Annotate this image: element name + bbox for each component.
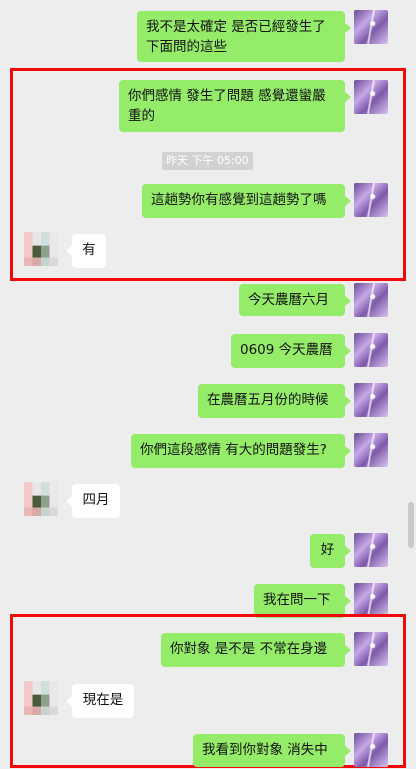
- message-bubble-sent[interactable]: 今天農曆六月: [239, 284, 351, 316]
- contact-avatar[interactable]: [24, 232, 58, 266]
- message-bubble-sent[interactable]: 我不是太確定 是否已經發生了下面問的這些: [137, 11, 351, 62]
- my-avatar[interactable]: [354, 583, 388, 617]
- contact-avatar[interactable]: [24, 681, 58, 715]
- message-bubble-received[interactable]: 四月: [66, 484, 120, 518]
- my-avatar[interactable]: [354, 433, 388, 467]
- message-bubble-received[interactable]: 現在是: [66, 684, 134, 718]
- chat-view[interactable]: 我不是太確定 是否已經發生了下面問的這些 你們感情 發生了問題 感覺還蠻嚴重的 …: [0, 0, 416, 769]
- my-avatar[interactable]: [354, 333, 388, 367]
- message-bubble-sent[interactable]: 我看到你對象 消失中: [193, 734, 351, 767]
- my-avatar[interactable]: [354, 733, 388, 767]
- my-avatar[interactable]: [354, 383, 388, 417]
- message-bubble-sent[interactable]: 你們感情 發生了問題 感覺還蠻嚴重的: [119, 80, 351, 132]
- my-avatar[interactable]: [354, 283, 388, 317]
- message-bubble-received[interactable]: 有: [66, 234, 106, 268]
- message-bubble-sent[interactable]: 好: [310, 534, 351, 568]
- my-avatar[interactable]: [354, 183, 388, 217]
- message-bubble-sent[interactable]: 你們這段感情 有大的問題發生?: [131, 434, 351, 468]
- scrollbar-thumb[interactable]: [408, 502, 414, 548]
- my-avatar[interactable]: [354, 10, 388, 44]
- message-bubble-sent[interactable]: 你對象 是不是 不常在身邊: [161, 633, 351, 667]
- message-timestamp: 昨天 下午 05:00: [162, 152, 253, 170]
- message-bubble-sent[interactable]: 在農曆五月份的時候: [198, 384, 351, 418]
- my-avatar[interactable]: [354, 80, 388, 114]
- my-avatar[interactable]: [354, 632, 388, 666]
- message-bubble-sent[interactable]: 這趟勢你有感覺到這趟勢了嗎: [142, 184, 351, 218]
- my-avatar[interactable]: [354, 533, 388, 567]
- contact-avatar[interactable]: [24, 482, 58, 516]
- message-bubble-sent[interactable]: 0609 今天農曆: [231, 334, 351, 368]
- message-bubble-sent[interactable]: 我在問一下: [254, 584, 351, 618]
